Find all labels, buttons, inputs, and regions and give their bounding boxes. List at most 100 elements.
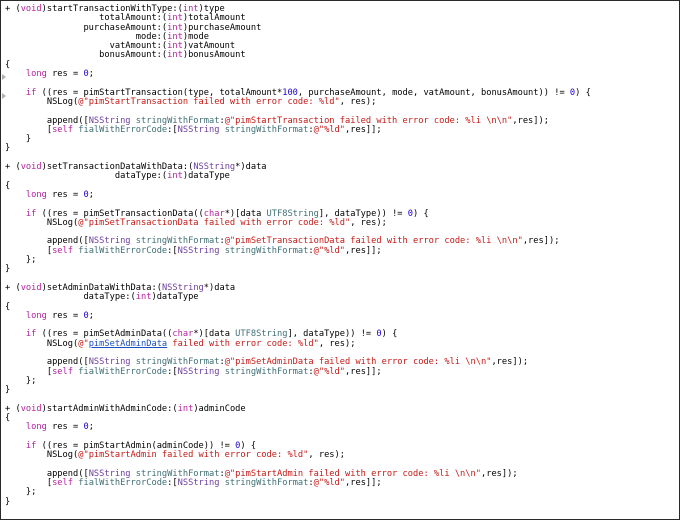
code-line: NSLog(@"pimSetTransactionData failed wit… — [5, 217, 591, 228]
code-line: long res = 0; — [5, 189, 591, 200]
string-literal-token: failed with error code: %ld" — [167, 338, 319, 349]
string-literal-token: @"%ld" — [313, 366, 346, 377]
selector-token: stringWithFormat — [224, 478, 309, 489]
code-line: }; — [5, 376, 591, 386]
string-literal-token: @"%ld" — [313, 124, 346, 135]
keyword-token: self — [52, 124, 73, 135]
code-text: )bonusAmount — [182, 50, 246, 61]
code-text: , res); — [339, 96, 377, 107]
keyword-token: long — [25, 422, 47, 433]
code-line: long res = 0; — [5, 423, 591, 432]
class-name-token: NSString — [177, 478, 220, 489]
keyword-token: int — [167, 171, 183, 182]
code-text: :[ — [167, 478, 178, 489]
code-text: ; — [88, 69, 94, 80]
selector-token: stringWithFormat — [224, 245, 309, 256]
keyword-token: int — [135, 292, 152, 303]
code-line: long res = 0; — [5, 69, 591, 80]
code-text: )dataType — [151, 292, 199, 303]
code-text: ) { — [413, 208, 429, 219]
code-text: ,res]); — [491, 357, 529, 368]
code-text: )dataType — [182, 171, 230, 182]
code-line: NSLog(@"pimStartAdmin failed with error … — [5, 451, 591, 460]
code-line: } — [5, 386, 591, 395]
code-line: [self fialWithErrorCode:[NSString string… — [5, 245, 591, 256]
keyword-token: long — [25, 310, 47, 321]
code-text: dataType:( — [5, 171, 168, 182]
keyword-token: void — [20, 403, 42, 414]
code-text: NSLog( — [5, 450, 79, 461]
selector-token: fialWithErrorCode — [78, 245, 168, 256]
code-text: )adminCode — [193, 403, 246, 414]
code-editor[interactable]: + (void)startTransactionWithType:(int)ty… — [0, 0, 680, 520]
string-literal-token: @"%ld" — [313, 245, 346, 256]
code-text: ) { — [575, 87, 591, 98]
code-line: NSLog(@"pimSetAdminData failed with erro… — [5, 338, 591, 349]
code-line: } — [5, 135, 591, 144]
string-literal-token: @" — [78, 338, 89, 349]
keyword-token: int — [177, 403, 194, 414]
keyword-token: long — [25, 189, 47, 200]
code-text: NSLog( — [5, 96, 79, 107]
code-text: , res); — [350, 217, 387, 228]
keyword-token: long — [25, 69, 47, 80]
class-name-token: NSString — [177, 124, 220, 135]
selector-token: stringWithFormat — [224, 366, 309, 377]
string-literal-token: @"pimStartTransaction failed with error … — [78, 96, 340, 107]
code-text: } — [5, 496, 11, 507]
code-text: ,res]]; — [345, 478, 382, 489]
code-line: dataType:(int)dataType — [5, 172, 591, 181]
code-text: *)data — [203, 282, 236, 293]
code-text: , res); — [318, 338, 356, 349]
code-text: :[ — [167, 245, 178, 256]
class-name-token: NSString — [177, 245, 220, 256]
code-text: ,res]]; — [345, 124, 382, 135]
code-text: NSLog( — [5, 338, 79, 349]
code-text: ,res]); — [480, 468, 518, 479]
code-text: dataType:( — [5, 292, 136, 303]
code-line: [self fialWithErrorCode:[NSString string… — [5, 478, 591, 489]
code-line: } — [5, 265, 591, 274]
class-name-token: NSString — [177, 366, 220, 377]
symbol-link[interactable]: pimSetAdminData — [89, 339, 167, 349]
code-line: long res = 0; — [5, 310, 591, 321]
code-text: ,res]]; — [345, 245, 382, 256]
selector-token: fialWithErrorCode — [78, 478, 168, 489]
code-text: res = — [46, 69, 84, 80]
code-text: bonusAmount:( — [5, 50, 168, 61]
code-line: }; — [5, 255, 591, 265]
code-line: }; — [5, 488, 591, 497]
code-text: } — [5, 143, 11, 154]
code-text: ) { — [381, 329, 398, 340]
code-line: } — [5, 496, 591, 507]
code-line: bonusAmount:(int)bonusAmount — [5, 51, 591, 60]
code-line: + (void)startAdminWithAdminCode:(int)adm… — [5, 403, 591, 414]
string-literal-token: @"pimStartAdmin failed with error code: … — [78, 450, 309, 461]
code-line: NSLog(@"pimStartTransaction failed with … — [5, 96, 591, 107]
keyword-token: self — [52, 366, 73, 377]
keyword-token: self — [52, 478, 73, 489]
code-text: NSLog( — [5, 217, 79, 228]
code-text: :[ — [167, 124, 178, 135]
code-text: , res); — [308, 450, 345, 461]
code-text: ; — [88, 189, 94, 200]
code-text: } — [5, 264, 11, 275]
keyword-token: int — [167, 50, 183, 61]
code-text: ; — [88, 310, 94, 321]
code-text: ,res]); — [512, 115, 549, 126]
code-line: dataType:(int)dataType — [5, 293, 591, 302]
code-line: [self fialWithErrorCode:[NSString string… — [5, 124, 591, 135]
code-text: :[ — [167, 366, 178, 377]
selector-token: stringWithFormat — [224, 124, 309, 135]
code-line: [self fialWithErrorCode:[NSString string… — [5, 366, 591, 377]
code-text: res = — [46, 310, 84, 321]
selector-token: fialWithErrorCode — [78, 124, 168, 135]
selector-token: fialWithErrorCode — [78, 366, 168, 377]
source-code[interactable]: + (void)startTransactionWithType:(int)ty… — [5, 4, 591, 507]
keyword-token: self — [52, 245, 73, 256]
code-text: *)data — [235, 162, 267, 173]
code-text: )startAdminWithAdminCode:( — [41, 403, 178, 414]
string-literal-token: @"pimSetTransactionData failed with erro… — [78, 217, 351, 228]
string-literal-token: @"%ld" — [313, 478, 346, 489]
